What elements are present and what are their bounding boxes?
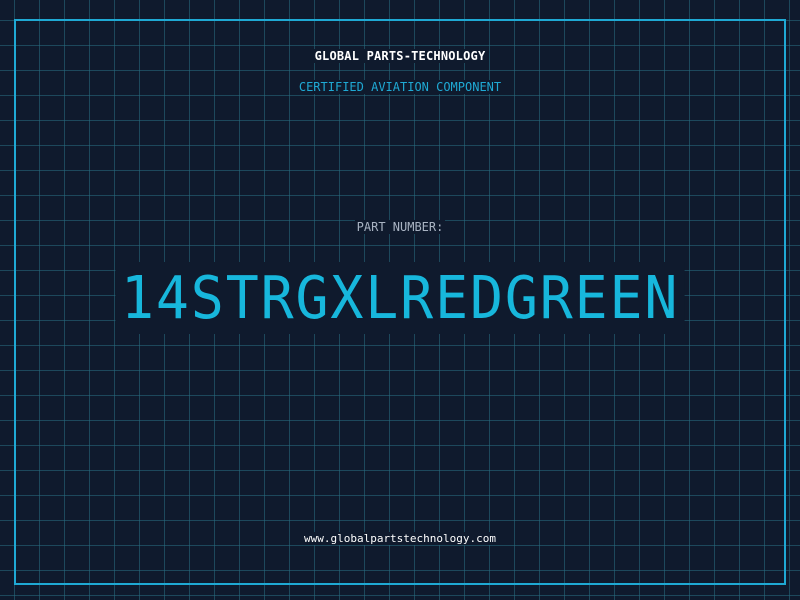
part-number-value: 14STRGXLREDGREEN — [115, 262, 685, 334]
website-url-text[interactable]: www.globalpartstechnology.com — [301, 532, 499, 545]
part-number-label: PART NUMBER: — [0, 220, 800, 234]
part-number-container: 14STRGXLREDGREEN — [0, 262, 800, 334]
certification-subtitle-text: CERTIFIED AVIATION COMPONENT — [296, 80, 504, 94]
brand-name: GLOBAL PARTS-TECHNOLOGY — [0, 49, 800, 63]
certification-subtitle: CERTIFIED AVIATION COMPONENT — [0, 80, 800, 94]
certificate-canvas: GLOBAL PARTS-TECHNOLOGY CERTIFIED AVIATI… — [0, 0, 800, 600]
website-url: www.globalpartstechnology.com — [0, 532, 800, 545]
brand-name-text: GLOBAL PARTS-TECHNOLOGY — [312, 49, 488, 63]
part-number-label-text: PART NUMBER: — [354, 220, 446, 234]
